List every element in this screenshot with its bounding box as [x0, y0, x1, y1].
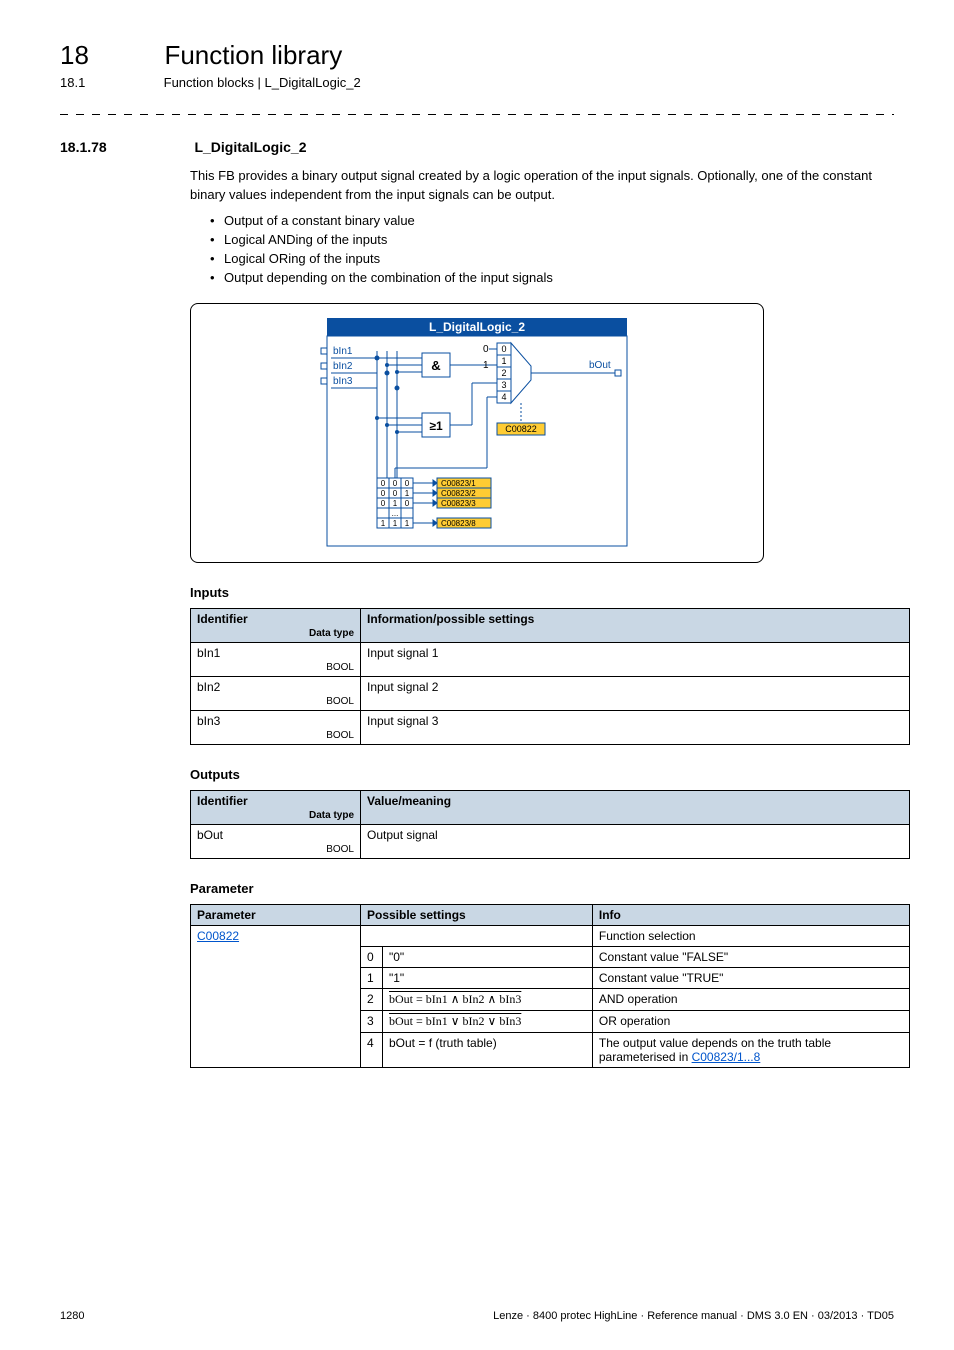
- chapter-title: Function library: [164, 40, 342, 70]
- col-identifier: Identifier Data type: [191, 790, 361, 824]
- section-intro: This FB provides a binary output signal …: [190, 167, 894, 205]
- truth-table-link[interactable]: C00823/1...8: [692, 1050, 761, 1064]
- param-code-link[interactable]: C00822: [197, 929, 239, 943]
- col-parameter: Parameter: [191, 904, 361, 925]
- svg-text:&: &: [431, 358, 440, 373]
- table-row: bOutBOOL Output signal: [191, 824, 910, 858]
- diagram-body: [327, 336, 627, 546]
- mux: 0 1 0 1 2 3 4 C00822 bOut: [483, 343, 621, 435]
- svg-text:0: 0: [483, 344, 489, 355]
- svg-text:0: 0: [381, 479, 386, 488]
- svg-text:1: 1: [393, 519, 398, 528]
- svg-text:4: 4: [501, 392, 506, 402]
- svg-text:1: 1: [393, 499, 398, 508]
- svg-text:0: 0: [393, 489, 398, 498]
- divider: [60, 114, 894, 115]
- col-identifier: Identifier Data type: [191, 608, 361, 642]
- svg-text:bIn1: bIn1: [333, 346, 353, 357]
- page-header: 18 Function library: [60, 40, 894, 71]
- inputs-heading: Inputs: [190, 585, 894, 600]
- section-number: 18.1.78: [60, 139, 190, 155]
- diagram-title: L_DigitalLogic_2: [429, 320, 525, 334]
- bullet-item: Logical ORing of the inputs: [210, 251, 894, 266]
- svg-text:≥1: ≥1: [429, 419, 443, 433]
- table-row: bIn3BOOL Input signal 3: [191, 710, 910, 744]
- svg-text:bIn3: bIn3: [333, 376, 353, 387]
- table-row: C00822 Function selection: [191, 925, 910, 946]
- subheader: 18.1 Function blocks | L_DigitalLogic_2: [60, 75, 894, 90]
- section-heading: 18.1.78 L_DigitalLogic_2: [60, 139, 894, 157]
- subsection-number: 18.1: [60, 75, 160, 90]
- col-settings: Possible settings: [361, 904, 593, 925]
- or-gate: ≥1: [375, 383, 497, 437]
- outputs-heading: Outputs: [190, 767, 894, 782]
- svg-text:bIn2: bIn2: [333, 361, 353, 372]
- section-title: L_DigitalLogic_2: [194, 139, 306, 155]
- outputs-table: Identifier Data type Value/meaning bOutB…: [190, 790, 910, 859]
- bullet-item: Logical ANDing of the inputs: [210, 232, 894, 247]
- svg-text:3: 3: [501, 380, 506, 390]
- chapter-number: 18: [60, 40, 160, 71]
- parameter-heading: Parameter: [190, 881, 894, 896]
- svg-text:0: 0: [393, 479, 398, 488]
- svg-text:1: 1: [501, 356, 506, 366]
- svg-text:0: 0: [381, 499, 386, 508]
- parameter-table: Parameter Possible settings Info C00822 …: [190, 904, 910, 1068]
- input-ports: bIn1 bIn2 bIn3: [321, 346, 377, 388]
- inputs-table: Identifier Data type Information/possibl…: [190, 608, 910, 745]
- bullet-item: Output of a constant binary value: [210, 213, 894, 228]
- svg-text:2: 2: [501, 368, 506, 378]
- svg-text:C00823/2: C00823/2: [441, 489, 476, 498]
- subsection-title: Function blocks | L_DigitalLogic_2: [164, 75, 361, 90]
- table-row: bIn2BOOL Input signal 2: [191, 676, 910, 710]
- svg-text:1: 1: [483, 360, 489, 371]
- col-info: Information/possible settings: [361, 608, 910, 642]
- svg-text:C00823/3: C00823/3: [441, 499, 476, 508]
- svg-text:C00822: C00822: [505, 424, 537, 434]
- bullet-list: Output of a constant binary value Logica…: [210, 213, 894, 285]
- col-info: Info: [592, 904, 909, 925]
- svg-text:C00823/8: C00823/8: [441, 519, 476, 528]
- svg-text:...: ...: [392, 509, 399, 518]
- svg-text:0: 0: [405, 499, 410, 508]
- table-row: bIn1BOOL Input signal 1: [191, 642, 910, 676]
- diagram-svg: L_DigitalLogic_2 bIn1 bIn2 bIn3 &: [297, 318, 657, 548]
- svg-text:0: 0: [501, 344, 506, 354]
- page-number: 1280: [60, 1310, 84, 1322]
- svg-text:bOut: bOut: [589, 360, 611, 371]
- col-value: Value/meaning: [361, 790, 910, 824]
- footer-meta: Lenze · 8400 protec HighLine · Reference…: [493, 1310, 894, 1322]
- svg-text:0: 0: [381, 489, 386, 498]
- page-footer: 1280 Lenze · 8400 protec HighLine · Refe…: [60, 1310, 894, 1322]
- and-gate: &: [375, 353, 497, 377]
- svg-text:1: 1: [381, 519, 386, 528]
- svg-text:1: 1: [405, 519, 410, 528]
- svg-text:C00823/1: C00823/1: [441, 479, 476, 488]
- bullet-item: Output depending on the combination of t…: [210, 270, 894, 285]
- svg-text:1: 1: [405, 489, 410, 498]
- block-diagram: L_DigitalLogic_2 bIn1 bIn2 bIn3 &: [190, 303, 764, 563]
- svg-text:0: 0: [405, 479, 410, 488]
